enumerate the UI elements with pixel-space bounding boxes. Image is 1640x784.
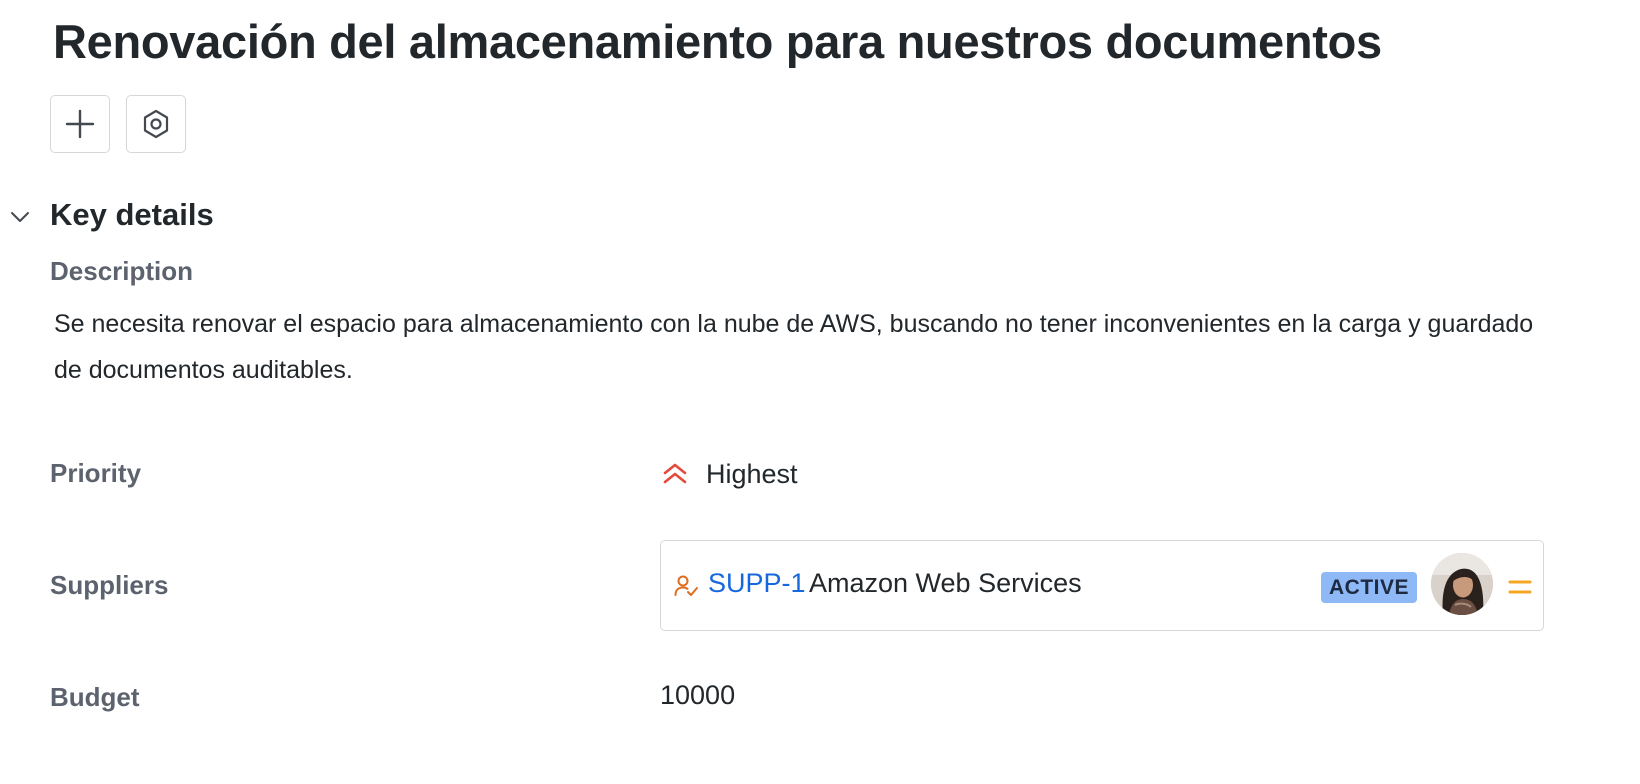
description-text[interactable]: Se necesita renovar el espacio para alma… (54, 301, 1554, 393)
equals-icon (1508, 580, 1532, 594)
avatar[interactable] (1431, 553, 1493, 615)
supplier-card[interactable]: SUPP-1 Amazon Web Services ACTIVE (660, 540, 1544, 631)
budget-label: Budget (50, 682, 140, 712)
status-badge: ACTIVE (1321, 572, 1418, 603)
priority-field[interactable]: Highest (660, 455, 798, 493)
plus-icon (65, 109, 95, 139)
supplier-name: Amazon Web Services (809, 568, 1082, 598)
hexagon-gear-icon (143, 109, 169, 139)
priority-label: Priority (50, 458, 142, 488)
settings-button[interactable] (126, 95, 186, 153)
key-details-toggle[interactable] (8, 205, 32, 229)
suppliers-label: Suppliers (50, 570, 169, 600)
description-label: Description (50, 256, 194, 286)
user-check-icon (674, 575, 698, 596)
supplier-key-link[interactable]: SUPP-1 (708, 568, 806, 599)
chevron-down-icon (11, 212, 29, 222)
priority-value: Highest (706, 458, 798, 489)
add-button[interactable] (50, 95, 110, 153)
budget-value[interactable]: 10000 (660, 680, 735, 711)
issue-detail-page: Renovación del almacenamiento para nuest… (0, 0, 1640, 784)
double-chevron-up-icon (660, 459, 690, 489)
page-title: Renovación del almacenamiento para nuest… (53, 15, 1382, 68)
section-title[interactable]: Key details (50, 197, 214, 233)
